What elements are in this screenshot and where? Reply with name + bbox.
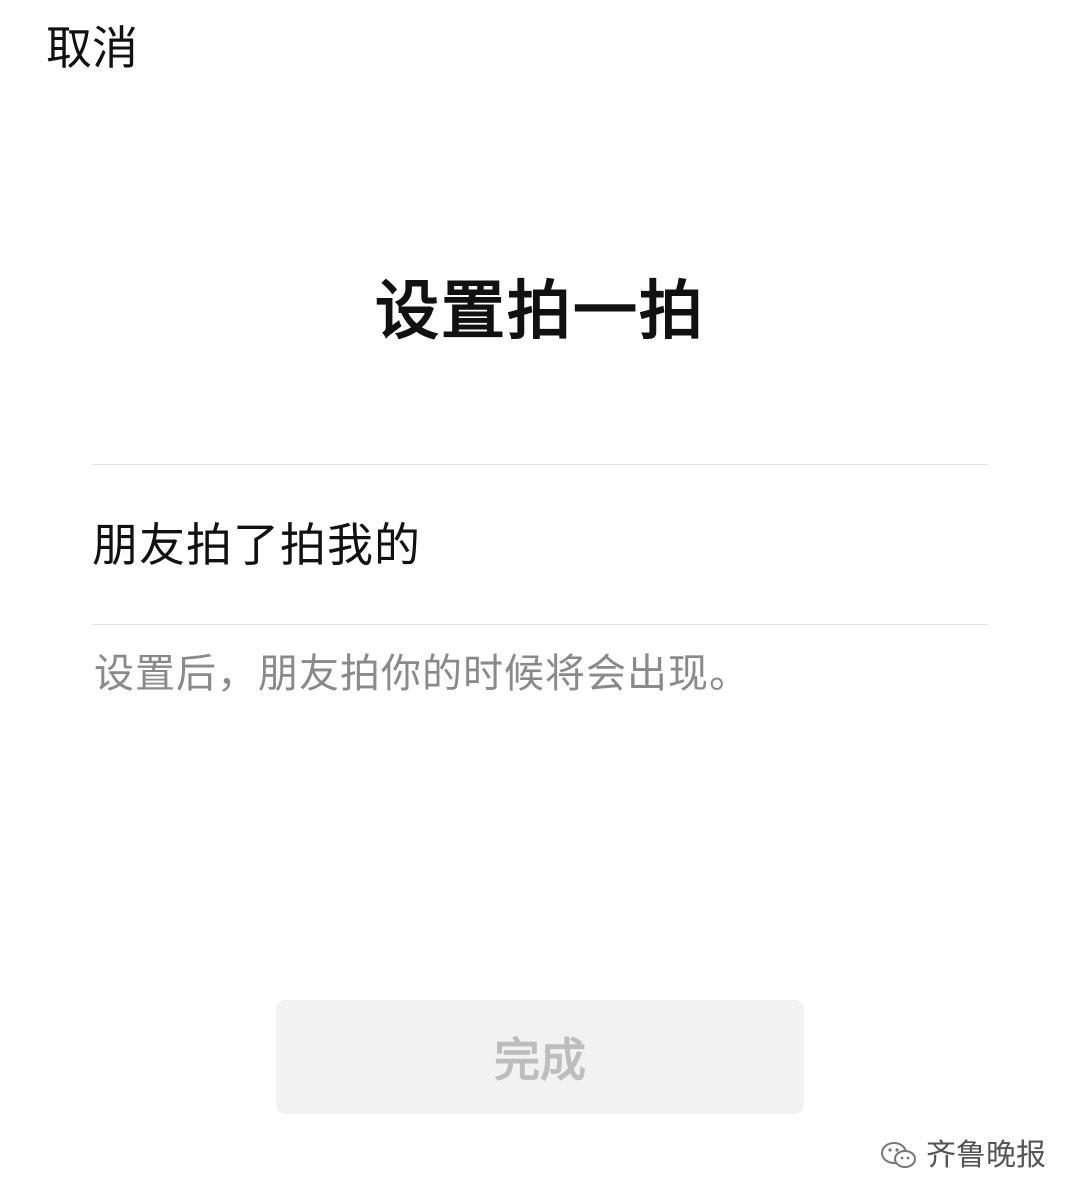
pat-text-input-value: 朋友拍了拍我的 <box>92 517 421 572</box>
hint-text: 设置后，朋友拍你的时候将会出现。 <box>94 651 750 697</box>
done-button[interactable]: 完成 <box>276 1000 804 1114</box>
watermark-text: 齐鲁晚报 <box>926 1138 1046 1173</box>
page-title: 设置拍一拍 <box>375 275 705 349</box>
wechat-icon <box>881 1142 916 1168</box>
watermark: 齐鲁晚报 <box>880 1136 1046 1176</box>
input-divider-bottom <box>92 624 988 625</box>
pat-text-input[interactable]: 朋友拍了拍我的 <box>92 466 988 623</box>
input-divider-top <box>92 464 988 465</box>
cancel-button[interactable]: 取消 <box>46 20 138 76</box>
